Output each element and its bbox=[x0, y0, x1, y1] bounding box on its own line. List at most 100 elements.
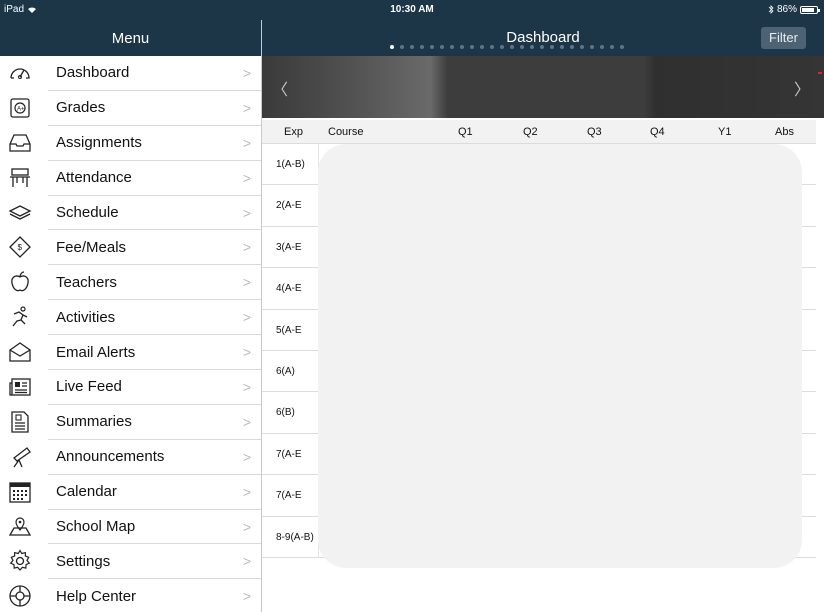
sidebar-item-dashboard[interactable]: Dashboard > bbox=[10, 56, 261, 91]
sidebar-item-teachers[interactable]: Teachers > bbox=[11, 265, 261, 301]
page-dot[interactable] bbox=[440, 45, 444, 49]
status-right: 86% bbox=[768, 4, 820, 15]
sidebar-item-grades[interactable]: A+ Grades > bbox=[10, 91, 261, 126]
page-dot[interactable] bbox=[570, 45, 574, 49]
exp-cell: 2(A-E bbox=[276, 200, 302, 212]
chevron-right-icon: > bbox=[242, 274, 251, 291]
sidebar-item-live-feed[interactable]: Live Feed > bbox=[9, 370, 261, 405]
summaries-document-icon bbox=[11, 411, 29, 433]
exp-cell: 6(B) bbox=[276, 407, 295, 419]
svg-text:$: $ bbox=[18, 243, 23, 252]
exp-cell: 3(A-E bbox=[276, 241, 302, 253]
chevron-right-icon: > bbox=[242, 413, 251, 430]
edge-marker bbox=[818, 72, 822, 74]
sidebar-item-summaries[interactable]: Summaries > bbox=[11, 405, 261, 440]
chevron-left-icon[interactable]: 〈 bbox=[272, 76, 288, 100]
page-dot[interactable] bbox=[580, 45, 584, 49]
page-dot[interactable] bbox=[550, 45, 554, 49]
chevron-right-icon: > bbox=[242, 553, 251, 570]
sidebar-item-label: Live Feed bbox=[56, 378, 122, 396]
school-map-icon bbox=[8, 516, 32, 536]
activities-runner-icon bbox=[12, 306, 28, 327]
sidebar-menu: Dashboard > A+ Grades > Assignments > At… bbox=[0, 56, 261, 612]
page-dot[interactable] bbox=[480, 45, 484, 49]
page-dot[interactable] bbox=[590, 45, 594, 49]
sidebar-item-settings[interactable]: Settings > bbox=[9, 544, 261, 580]
banner-carousel[interactable]: 〈 〉 bbox=[262, 56, 824, 118]
sidebar-item-school-map[interactable]: School Map > bbox=[8, 510, 261, 545]
sidebar-item-label: Attendance bbox=[56, 169, 132, 187]
page-dot[interactable] bbox=[410, 45, 414, 49]
page-dot[interactable] bbox=[420, 45, 424, 49]
grades-icon: A+ bbox=[10, 98, 30, 118]
page-dot[interactable] bbox=[400, 45, 404, 49]
exp-cell: 8-9(A-B) bbox=[276, 531, 314, 543]
page-dot[interactable] bbox=[470, 45, 474, 49]
page-dot[interactable] bbox=[450, 45, 454, 49]
chevron-right-icon: > bbox=[242, 588, 251, 605]
help-lifebuoy-icon bbox=[9, 585, 31, 608]
page-dot[interactable] bbox=[530, 45, 534, 49]
exp-cell: 1(A-B) bbox=[276, 159, 305, 170]
chevron-right-icon: > bbox=[242, 169, 251, 186]
column-header-abs: Abs bbox=[775, 126, 794, 138]
sidebar-item-schedule[interactable]: Schedule > bbox=[8, 196, 261, 231]
page-dot[interactable] bbox=[540, 45, 544, 49]
chevron-right-icon: > bbox=[242, 204, 251, 221]
exp-cell: 6(A) bbox=[276, 365, 295, 377]
column-header-q3: Q3 bbox=[587, 126, 602, 138]
filter-button[interactable]: Filter bbox=[761, 27, 806, 49]
schedule-stack-icon bbox=[8, 204, 32, 220]
column-header-q2: Q2 bbox=[523, 126, 538, 138]
page-dot[interactable] bbox=[510, 45, 514, 49]
settings-gear-icon bbox=[9, 549, 31, 572]
sidebar-item-fee-meals[interactable]: $ Fee/Meals > bbox=[9, 230, 261, 266]
attendance-desk-icon bbox=[10, 168, 30, 187]
sidebar-item-label: Fee/Meals bbox=[56, 238, 127, 256]
page-dot[interactable] bbox=[610, 45, 614, 49]
dashboard-gauge-icon bbox=[10, 68, 30, 79]
sidebar-item-attendance[interactable]: Attendance > bbox=[10, 161, 261, 196]
calendar-icon bbox=[9, 482, 31, 503]
page-dot[interactable] bbox=[390, 45, 394, 49]
sidebar-item-help-center[interactable]: Help Center > bbox=[9, 579, 261, 612]
page-dot[interactable] bbox=[460, 45, 464, 49]
page-dot[interactable] bbox=[490, 45, 494, 49]
sidebar-item-email-alerts[interactable]: Email Alerts > bbox=[9, 335, 261, 371]
page-dot[interactable] bbox=[560, 45, 564, 49]
status-bar: iPad 10:30 AM 86% bbox=[0, 0, 824, 20]
sidebar-item-announcements[interactable]: Announcements > bbox=[13, 440, 261, 475]
exp-cell: 4(A-E bbox=[276, 283, 302, 295]
chevron-right-icon: > bbox=[242, 239, 251, 256]
page-dot[interactable] bbox=[600, 45, 604, 49]
sidebar-item-assignments[interactable]: Assignments > bbox=[9, 126, 261, 161]
column-header-y1: Y1 bbox=[718, 126, 732, 138]
chevron-right-icon: > bbox=[242, 134, 251, 151]
sidebar-item-label: Calendar bbox=[56, 483, 117, 501]
chevron-right-icon: > bbox=[242, 518, 251, 535]
fee-ticket-icon: $ bbox=[9, 236, 31, 259]
sidebar-item-label: School Map bbox=[56, 518, 136, 536]
page-dot[interactable] bbox=[620, 45, 624, 49]
sidebar-item-label: Email Alerts bbox=[56, 343, 136, 361]
chevron-right-icon: > bbox=[242, 309, 251, 326]
exp-cell: 7(A-E bbox=[276, 448, 302, 460]
chevron-right-icon: > bbox=[242, 483, 251, 500]
sidebar-item-calendar[interactable]: Calendar > bbox=[9, 475, 261, 510]
sidebar-item-label: Help Center bbox=[56, 587, 137, 605]
grades-table-header: Exp Course Q1 Q2 Q3 Q4 Y1 Abs bbox=[262, 120, 816, 144]
page-dot[interactable] bbox=[520, 45, 524, 49]
page-dot[interactable] bbox=[430, 45, 434, 49]
chevron-right-icon: > bbox=[242, 99, 251, 116]
email-envelope-icon bbox=[9, 342, 31, 362]
sidebar-item-label: Settings bbox=[56, 552, 111, 570]
sidebar-item-activities[interactable]: Activities > bbox=[12, 300, 261, 336]
page-indicator[interactable] bbox=[390, 45, 624, 49]
chevron-right-icon[interactable]: 〉 bbox=[794, 76, 810, 100]
chevron-right-icon: > bbox=[242, 379, 251, 396]
sidebar-item-label: Schedule bbox=[56, 204, 119, 221]
exp-cell: 7(A-E bbox=[276, 490, 302, 502]
live-feed-icon bbox=[9, 378, 31, 396]
sidebar-item-label: Summaries bbox=[56, 413, 132, 431]
page-dot[interactable] bbox=[500, 45, 504, 49]
